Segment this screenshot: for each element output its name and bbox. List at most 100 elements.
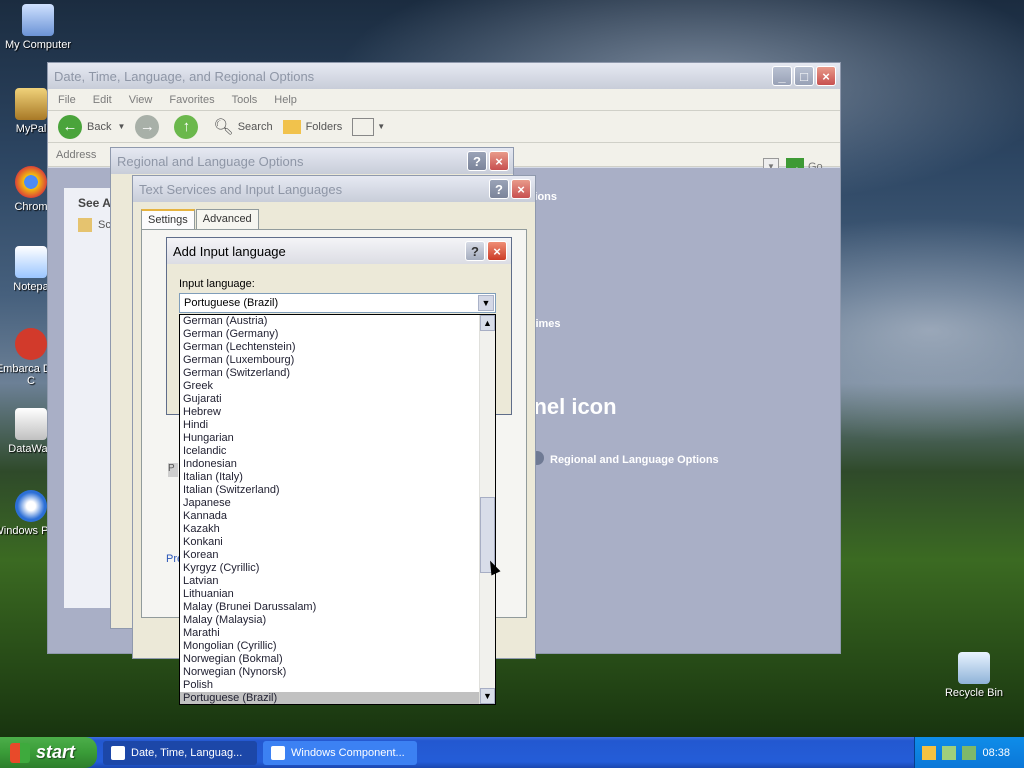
dropdown-option[interactable]: Kazakh <box>180 523 495 536</box>
help-button[interactable]: ? <box>465 241 485 261</box>
dropdown-option[interactable]: Korean <box>180 549 495 562</box>
regional-language-options-link[interactable]: Regional and Language Options <box>550 454 719 466</box>
views-icon <box>352 117 375 136</box>
maximize-button[interactable]: □ <box>794 66 814 86</box>
scroll-down-button[interactable]: ▼ <box>480 688 495 704</box>
dropdown-option[interactable]: Italian (Switzerland) <box>180 484 495 497</box>
scroll-up-button[interactable]: ▲ <box>480 315 495 331</box>
chevron-down-icon: ▼ <box>117 122 126 131</box>
dropdown-option[interactable]: Indonesian <box>180 458 495 471</box>
dropdown-option[interactable]: Konkani <box>180 536 495 549</box>
folders-button[interactable]: Folders <box>282 119 342 134</box>
dropdown-option[interactable]: Hindi <box>180 419 495 432</box>
taskbar-item-windows-components[interactable]: Windows Component... <box>263 740 417 765</box>
dropdown-option[interactable]: German (Lechtenstein) <box>180 341 495 354</box>
notepad-icon <box>15 246 47 278</box>
recycle-bin-icon <box>958 652 990 684</box>
dropdown-option[interactable]: Portuguese (Brazil) <box>180 692 495 704</box>
system-tray: 08:38 <box>914 737 1024 768</box>
network-icon[interactable] <box>942 745 957 760</box>
menu-favorites[interactable]: Favorites <box>169 94 214 106</box>
back-arrow-icon: ← <box>58 114 82 139</box>
dropdown-option[interactable]: Kyrgyz (Cyrillic) <box>180 562 495 575</box>
views-button[interactable]: ▼ <box>352 117 386 136</box>
regional-dialog-title: Regional and Language Options <box>117 153 304 169</box>
dropdown-option[interactable]: Italian (Italy) <box>180 471 495 484</box>
dropdown-option[interactable]: Hebrew <box>180 406 495 419</box>
folder-icon <box>282 119 301 134</box>
menu-view[interactable]: View <box>129 94 153 106</box>
dropdown-option[interactable]: Gujarati <box>180 393 495 406</box>
main-titlebar[interactable]: Date, Time, Language, and Regional Optio… <box>48 63 840 89</box>
chevron-down-icon: ▼ <box>377 122 386 131</box>
regional-titlebar[interactable]: Regional and Language Options ? × <box>111 148 513 174</box>
dropdown-option[interactable]: Hungarian <box>180 432 495 445</box>
dropdown-option[interactable]: Japanese <box>180 497 495 510</box>
input-language-dropdown-list[interactable]: German (Austria) German (Germany) German (… <box>179 314 496 705</box>
dropdown-option[interactable]: Latvian <box>180 575 495 588</box>
textsvc-dialog-title: Text Services and Input Languages <box>139 181 343 197</box>
dropdown-scrollbar[interactable]: ▲ ▼ <box>479 315 495 704</box>
desktop-icon-my-computer[interactable]: My Computer <box>0 4 76 51</box>
tab-settings[interactable]: Settings <box>141 209 195 229</box>
desktop-icon-recycle-bin[interactable]: Recycle Bin <box>936 652 1012 699</box>
dropdown-option[interactable]: Norwegian (Nynorsk) <box>180 666 495 679</box>
chrome-icon <box>15 166 47 198</box>
control-panel-icon <box>111 745 125 760</box>
dropdown-option[interactable]: Lithuanian <box>180 588 495 601</box>
up-folder-button[interactable]: ↑ <box>174 114 203 139</box>
search-button[interactable]: 🔍︎ Search <box>213 117 272 137</box>
menu-tools[interactable]: Tools <box>232 94 258 106</box>
close-button[interactable]: × <box>487 241 507 261</box>
chevron-down-icon[interactable]: ▼ <box>478 295 494 311</box>
tab-advanced[interactable]: Advanced <box>195 209 259 229</box>
close-button[interactable]: × <box>816 66 836 86</box>
input-language-combobox[interactable]: Portuguese (Brazil) ▼ <box>179 293 496 313</box>
dropdown-option[interactable]: Polish <box>180 679 495 692</box>
dropdown-option[interactable]: German (Switzerland) <box>180 367 495 380</box>
dropdown-option[interactable]: German (Austria) <box>180 315 495 328</box>
shield-icon[interactable] <box>922 745 937 760</box>
menu-help[interactable]: Help <box>274 94 297 106</box>
up-arrow-icon: ↑ <box>174 114 199 139</box>
clock: 08:38 <box>982 746 1010 759</box>
menu-file[interactable]: File <box>58 94 76 106</box>
p-fragment: P <box>168 463 178 477</box>
dropdown-items: German (Austria) German (Germany) German (… <box>180 315 495 704</box>
input-language-label: Input language: <box>179 278 255 290</box>
minimize-button[interactable]: _ <box>772 66 792 86</box>
addlang-titlebar[interactable]: Add Input language ? × <box>167 238 511 264</box>
safely-remove-icon[interactable] <box>962 745 977 760</box>
datawag-icon <box>15 408 47 440</box>
back-button[interactable]: ← Back ▼ <box>58 114 126 139</box>
close-button[interactable]: × <box>511 179 531 199</box>
dropdown-option[interactable]: Malay (Brunei Darussalam) <box>180 601 495 614</box>
dropdown-option[interactable]: Malay (Malaysia) <box>180 614 495 627</box>
windows-logo-icon <box>10 742 30 763</box>
dropdown-option[interactable]: German (Germany) <box>180 328 495 341</box>
help-button[interactable]: ? <box>489 179 509 199</box>
dropdown-option[interactable]: German (Luxembourg) <box>180 354 495 367</box>
dropdown-option[interactable]: Marathi <box>180 627 495 640</box>
media-player-icon <box>15 490 47 522</box>
dropdown-option[interactable]: Mongolian (Cyrillic) <box>180 640 495 653</box>
textsvc-titlebar[interactable]: Text Services and Input Languages ? × <box>133 176 535 202</box>
embarcadero-icon <box>15 328 47 360</box>
main-window-title: Date, Time, Language, and Regional Optio… <box>54 68 315 84</box>
forward-button[interactable]: → <box>135 114 164 139</box>
taskbar-item-date-time[interactable]: Date, Time, Languag... <box>103 740 257 765</box>
menu-edit[interactable]: Edit <box>93 94 112 106</box>
forward-arrow-icon: → <box>135 114 160 139</box>
toolbar: ← Back ▼ → ↑ 🔍︎ Search Folders ▼ <box>48 111 840 143</box>
dropdown-option[interactable]: Icelandic <box>180 445 495 458</box>
dropdown-option[interactable]: Greek <box>180 380 495 393</box>
tabstrip: Settings Advanced <box>141 209 260 229</box>
search-icon: 🔍︎ <box>213 118 234 136</box>
taskbar: start Date, Time, Languag... Windows Com… <box>0 737 1024 768</box>
close-button[interactable]: × <box>489 151 509 171</box>
start-button[interactable]: start <box>0 737 97 768</box>
dropdown-option[interactable]: Norwegian (Bokmal) <box>180 653 495 666</box>
help-button[interactable]: ? <box>467 151 487 171</box>
dropdown-option[interactable]: Kannada <box>180 510 495 523</box>
combobox-value: Portuguese (Brazil) <box>184 297 279 309</box>
